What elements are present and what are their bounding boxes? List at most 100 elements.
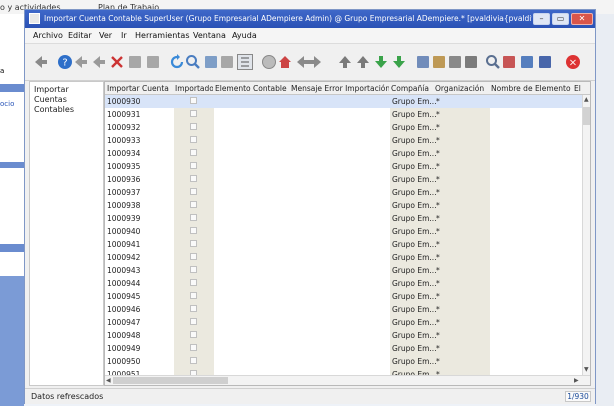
tree-label[interactable]: Importar Cuentas Contables bbox=[34, 85, 103, 115]
menu-ventana[interactable]: Ventana bbox=[193, 31, 226, 40]
help-icon[interactable]: ? bbox=[57, 54, 73, 70]
cell-company[interactable]: Grupo Em... bbox=[392, 175, 437, 184]
title-bar[interactable]: Importar Cuenta Contable SuperUser (Grup… bbox=[25, 10, 595, 28]
cell-organization[interactable]: * bbox=[436, 253, 440, 262]
cell-company[interactable]: Grupo Em... bbox=[392, 305, 437, 314]
cell-company[interactable]: Grupo Em... bbox=[392, 162, 437, 171]
cell-import-account[interactable]: 1000950 bbox=[107, 357, 140, 366]
imported-checkbox[interactable] bbox=[190, 279, 197, 286]
table-row[interactable]: 1000939 Grupo Em... * bbox=[105, 212, 583, 225]
menu-ayuda[interactable]: Ayuda bbox=[232, 31, 257, 40]
cell-import-account[interactable]: 1000937 bbox=[107, 188, 140, 197]
cell-company[interactable]: Grupo Em... bbox=[392, 318, 437, 327]
table-row[interactable]: 1000941 Grupo Em... * bbox=[105, 238, 583, 251]
column-header-error-message[interactable]: Mensaje Error Importación bbox=[291, 84, 389, 93]
cell-organization[interactable]: * bbox=[436, 214, 440, 223]
table-row[interactable]: 1000947 Grupo Em... * bbox=[105, 316, 583, 329]
cell-import-account[interactable]: 1000934 bbox=[107, 149, 140, 158]
table-row[interactable]: 1000934 Grupo Em... * bbox=[105, 147, 583, 160]
menu-archivo[interactable]: Archivo bbox=[33, 31, 63, 40]
imported-checkbox[interactable] bbox=[190, 292, 197, 299]
imported-checkbox[interactable] bbox=[190, 318, 197, 325]
record-count-badge[interactable]: 1/930 bbox=[565, 391, 591, 402]
imported-checkbox[interactable] bbox=[190, 240, 197, 247]
imported-checkbox[interactable] bbox=[190, 162, 197, 169]
cell-organization[interactable]: * bbox=[436, 136, 440, 145]
exit-icon[interactable]: × bbox=[565, 54, 581, 70]
cell-company[interactable]: Grupo Em... bbox=[392, 188, 437, 197]
undo-icon[interactable] bbox=[33, 54, 49, 70]
delete-icon[interactable] bbox=[109, 54, 125, 70]
table-row[interactable]: 1000940 Grupo Em... * bbox=[105, 225, 583, 238]
cell-organization[interactable]: * bbox=[436, 227, 440, 236]
imported-checkbox[interactable] bbox=[190, 331, 197, 338]
cell-organization[interactable]: * bbox=[436, 175, 440, 184]
imported-checkbox[interactable] bbox=[190, 357, 197, 364]
horizontal-scroll-thumb[interactable] bbox=[113, 377, 228, 384]
grid-toggle-icon[interactable] bbox=[237, 54, 253, 70]
scroll-up-arrow-icon[interactable]: ▲ bbox=[584, 96, 589, 103]
product-info-icon[interactable] bbox=[519, 54, 535, 70]
home-icon[interactable] bbox=[277, 54, 293, 70]
cell-import-account[interactable]: 1000938 bbox=[107, 201, 140, 210]
table-row[interactable]: 1000936 Grupo Em... * bbox=[105, 173, 583, 186]
zoom-across-icon[interactable] bbox=[485, 54, 501, 70]
imported-checkbox[interactable] bbox=[190, 188, 197, 195]
cell-import-account[interactable]: 1000942 bbox=[107, 253, 140, 262]
cell-import-account[interactable]: 1000935 bbox=[107, 162, 140, 171]
table-row[interactable]: 1000933 Grupo Em... * bbox=[105, 134, 583, 147]
next-record-icon[interactable] bbox=[373, 54, 389, 70]
cell-import-account[interactable]: 1000930 bbox=[107, 97, 140, 106]
cell-import-account[interactable]: 1000931 bbox=[107, 110, 140, 119]
column-header-organization[interactable]: Organización bbox=[435, 84, 489, 93]
column-header-element-name[interactable]: Nombre de Elemento bbox=[491, 84, 573, 93]
cell-company[interactable]: Grupo Em... bbox=[392, 136, 437, 145]
table-row[interactable]: 1000930 Grupo Em... * bbox=[105, 95, 583, 108]
menu-herramientas[interactable]: Herramientas bbox=[135, 31, 190, 40]
menu-ver[interactable]: Ver bbox=[99, 31, 112, 40]
table-row[interactable]: 1000949 Grupo Em... * bbox=[105, 342, 583, 355]
table-row[interactable]: 1000943 Grupo Em... * bbox=[105, 264, 583, 277]
table-row[interactable]: 1000946 Grupo Em... * bbox=[105, 303, 583, 316]
cell-organization[interactable]: * bbox=[436, 344, 440, 353]
imported-checkbox[interactable] bbox=[190, 175, 197, 182]
imported-checkbox[interactable] bbox=[190, 214, 197, 221]
column-header-el[interactable]: El bbox=[574, 84, 582, 93]
attachment-icon[interactable] bbox=[203, 54, 219, 70]
close-window-button[interactable]: ✕ bbox=[571, 13, 593, 25]
menu-editar[interactable]: Editar bbox=[68, 31, 92, 40]
column-header-account-element[interactable]: Elemento Contable bbox=[215, 84, 289, 93]
cell-company[interactable]: Grupo Em... bbox=[392, 227, 437, 236]
first-record-icon[interactable] bbox=[337, 54, 353, 70]
delete-selection-icon[interactable] bbox=[127, 54, 143, 70]
table-row[interactable]: 1000935 Grupo Em... * bbox=[105, 160, 583, 173]
cell-organization[interactable]: * bbox=[436, 97, 440, 106]
cell-company[interactable]: Grupo Em... bbox=[392, 344, 437, 353]
cell-organization[interactable]: * bbox=[436, 149, 440, 158]
cell-company[interactable]: Grupo Em... bbox=[392, 279, 437, 288]
table-row[interactable]: 1000950 Grupo Em... * bbox=[105, 355, 583, 368]
cell-company[interactable]: Grupo Em... bbox=[392, 253, 437, 262]
imported-checkbox[interactable] bbox=[190, 97, 197, 104]
cell-organization[interactable]: * bbox=[436, 266, 440, 275]
cell-organization[interactable]: * bbox=[436, 201, 440, 210]
table-row[interactable]: 1000951 Grupo Em... * bbox=[105, 368, 583, 375]
table-row[interactable]: 1000932 Grupo Em... * bbox=[105, 121, 583, 134]
imported-checkbox[interactable] bbox=[190, 123, 197, 130]
horizontal-scrollbar[interactable]: ◀ ▶ bbox=[105, 375, 590, 385]
imported-checkbox[interactable] bbox=[190, 227, 197, 234]
cell-import-account[interactable]: 1000947 bbox=[107, 318, 140, 327]
cell-company[interactable]: Grupo Em... bbox=[392, 214, 437, 223]
column-header-imported[interactable]: Importado bbox=[175, 84, 213, 93]
imported-checkbox[interactable] bbox=[190, 110, 197, 117]
scroll-down-arrow-icon[interactable]: ▼ bbox=[584, 366, 589, 373]
refresh-icon[interactable] bbox=[169, 54, 185, 70]
cell-organization[interactable]: * bbox=[436, 162, 440, 171]
workflow-icon[interactable] bbox=[501, 54, 517, 70]
table-row[interactable]: 1000942 Grupo Em... * bbox=[105, 251, 583, 264]
multi-view-icon[interactable] bbox=[219, 54, 235, 70]
cell-import-account[interactable]: 1000940 bbox=[107, 227, 140, 236]
vertical-scrollbar[interactable]: ▲ ▼ bbox=[582, 95, 590, 375]
cell-import-account[interactable]: 1000945 bbox=[107, 292, 140, 301]
cell-organization[interactable]: * bbox=[436, 292, 440, 301]
